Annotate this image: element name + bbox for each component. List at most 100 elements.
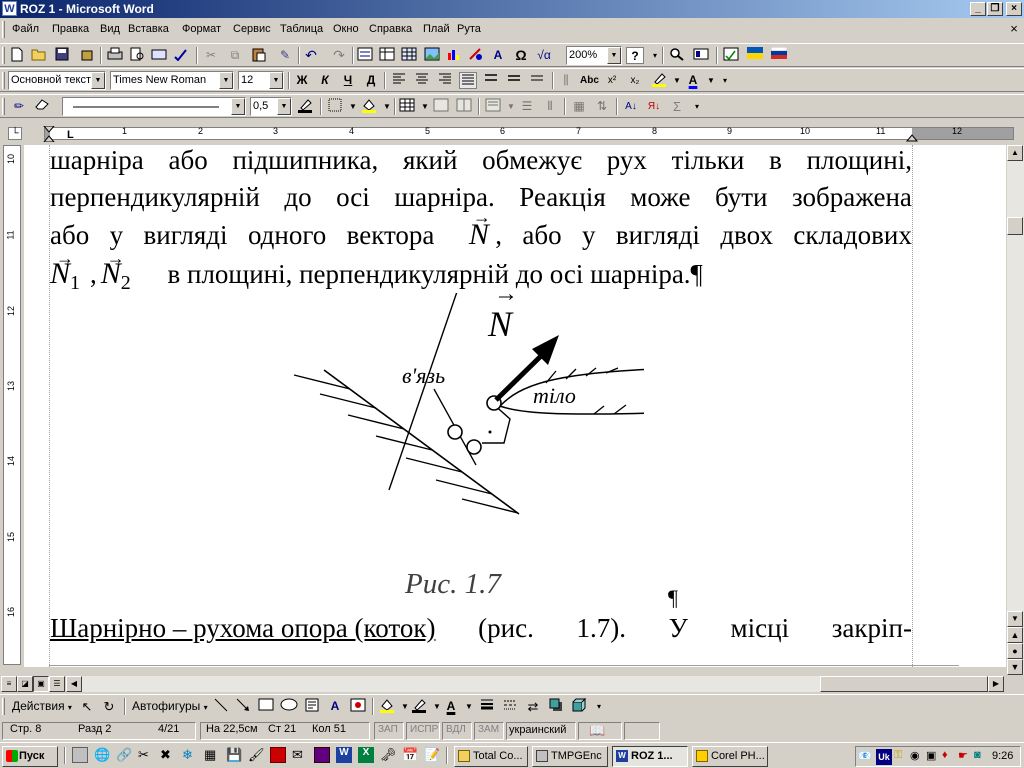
columns-icon[interactable]: ⫼ xyxy=(557,72,575,89)
shadow-tool-icon[interactable] xyxy=(547,698,565,715)
double-underline-button[interactable]: Д xyxy=(362,72,380,89)
research-icon[interactable] xyxy=(150,47,168,64)
outline-view-icon[interactable]: ☰ xyxy=(49,676,65,692)
insert-chart-icon[interactable] xyxy=(445,47,463,64)
toolbar-grip[interactable] xyxy=(2,698,5,715)
close-button[interactable]: × xyxy=(1006,2,1022,16)
line-style-tool-icon[interactable] xyxy=(478,698,496,715)
oval-tool-icon[interactable] xyxy=(280,698,298,715)
print-layout-icon[interactable]: ▣ xyxy=(33,676,49,692)
justify-icon[interactable] xyxy=(459,72,477,89)
line-color-icon[interactable] xyxy=(410,698,428,715)
excel-quicklaunch-icon[interactable]: X xyxy=(358,747,374,763)
paste-icon[interactable] xyxy=(250,47,268,64)
style-dropdown-icon[interactable]: ▼ xyxy=(91,72,105,89)
task-corel-photo[interactable]: Corel PH... xyxy=(692,746,768,767)
horizontal-ruler[interactable]: └ L 1 2 3 4 5 6 7 8 9 10 11 12 xyxy=(0,125,1024,142)
clock[interactable]: 9:26 xyxy=(992,750,1013,762)
scroll-left-icon[interactable]: ◀ xyxy=(66,676,82,692)
textbox-tool-icon[interactable] xyxy=(303,698,321,715)
menu-file[interactable]: Файл xyxy=(12,23,39,35)
toolbar-options-icon[interactable]: ▾ xyxy=(688,98,706,115)
wordart-tool-icon[interactable]: A xyxy=(326,698,344,715)
menu-grip[interactable] xyxy=(2,21,5,38)
tray-antivirus-icon[interactable]: ♦ xyxy=(942,749,958,765)
tab-stop-icon[interactable]: L xyxy=(67,129,74,141)
document-close-button[interactable]: × xyxy=(1006,22,1022,37)
scroll-thumb[interactable] xyxy=(1007,217,1023,235)
status-box-spell[interactable]: 📖 xyxy=(578,722,622,740)
actions-menu[interactable]: Действия ▾ xyxy=(10,698,74,715)
vertical-scrollbar[interactable]: ▲ ▼ ▲ ● ▼ xyxy=(1007,145,1024,675)
zoom-select[interactable]: 200% ▼ xyxy=(566,46,622,65)
bold-button[interactable]: Ж xyxy=(293,72,311,89)
draw-font-color-dropdown-icon[interactable]: ▼ xyxy=(460,698,478,715)
web-view-icon[interactable]: ◪ xyxy=(17,676,33,692)
symbol-omega-icon[interactable]: Ω xyxy=(512,47,530,64)
underline-button[interactable]: Ч xyxy=(339,72,357,89)
scroll-down-icon[interactable]: ▼ xyxy=(1007,611,1023,627)
print-preview-icon[interactable] xyxy=(128,47,146,64)
line-spacing-icon[interactable] xyxy=(482,72,500,89)
disk-icon[interactable]: 💾 xyxy=(226,747,242,763)
autoshapes-menu[interactable]: Автофигуры ▾ xyxy=(130,698,210,715)
font-select[interactable]: Times New Roman ▼ xyxy=(110,71,234,90)
arrow-style-tool-icon[interactable]: ⇄ xyxy=(524,698,542,715)
align-cell-icon[interactable] xyxy=(484,98,502,115)
drawing-icon[interactable] xyxy=(467,47,485,64)
explorer-icon[interactable]: 🌐 xyxy=(94,747,110,763)
cut-icon[interactable]: ✂ xyxy=(202,47,220,64)
status-box-rec[interactable]: ЗАП xyxy=(374,722,404,740)
help-button[interactable]: ? xyxy=(626,47,644,64)
notes-icon[interactable]: 📝 xyxy=(424,747,440,763)
hyperlink-icon[interactable] xyxy=(356,47,374,64)
rectangle-tool-icon[interactable] xyxy=(257,698,275,715)
tray-app-icon[interactable]: 📧 xyxy=(858,749,874,765)
copy-icon[interactable]: ⧉ xyxy=(226,47,244,64)
free-rotate-icon[interactable]: ↻ xyxy=(100,698,118,715)
word-app-icon[interactable]: W xyxy=(2,1,17,16)
italic-button[interactable]: К xyxy=(316,72,334,89)
menu-ruta[interactable]: Рута xyxy=(457,23,481,35)
network-icon[interactable]: 🔗 xyxy=(116,747,132,763)
split-cells-icon[interactable] xyxy=(455,98,473,115)
scroll-up-icon[interactable]: ▲ xyxy=(1007,145,1023,161)
clipart-tool-icon[interactable] xyxy=(349,698,367,715)
start-button[interactable]: Пуск xyxy=(2,746,58,767)
font-dropdown-icon[interactable]: ▼ xyxy=(219,72,233,89)
russia-flag-icon[interactable] xyxy=(770,46,788,64)
red-app-icon[interactable] xyxy=(270,747,286,763)
task-tmpgenc[interactable]: TMPGEnc xyxy=(532,746,608,767)
superscript-button[interactable]: x² xyxy=(603,72,621,89)
tray-key-icon[interactable]: ⚿ xyxy=(894,749,910,765)
insert-table-icon[interactable] xyxy=(400,47,418,64)
scroll-right-icon[interactable]: ▶ xyxy=(988,676,1004,692)
insert-picture-icon[interactable] xyxy=(423,47,441,64)
maximize-button[interactable]: ❐ xyxy=(987,2,1003,16)
spelling-icon[interactable] xyxy=(172,47,190,64)
merge-cells-icon[interactable] xyxy=(432,98,450,115)
toolbar-options-icon[interactable]: ▾ xyxy=(716,72,734,89)
print-icon[interactable] xyxy=(106,47,124,64)
font-color-button[interactable]: A xyxy=(684,72,702,89)
line-spacing-2-icon[interactable] xyxy=(505,72,523,89)
redo-icon[interactable]: ↷ xyxy=(330,47,348,64)
status-box-lang[interactable]: украинский xyxy=(506,722,576,740)
fill-color-icon[interactable] xyxy=(378,698,396,715)
purple-app-icon[interactable] xyxy=(314,747,330,763)
undo-icon[interactable]: ↶ xyxy=(302,47,320,64)
search-icon[interactable] xyxy=(668,47,686,64)
status-box-ext[interactable]: ВДЛ xyxy=(442,722,472,740)
language-indicator[interactable]: Uk xyxy=(876,749,892,765)
shading-icon[interactable] xyxy=(360,98,378,115)
browse-object-icon[interactable]: ● xyxy=(1007,643,1023,659)
eraser-icon[interactable] xyxy=(33,98,51,115)
task-word-document[interactable]: W ROZ 1... xyxy=(612,746,688,767)
toolbar-grip[interactable] xyxy=(2,98,5,115)
grid-app-icon[interactable]: ▦ xyxy=(204,747,220,763)
table-autoformat-icon[interactable]: ▦ xyxy=(570,98,588,115)
menu-view[interactable]: Вид xyxy=(100,23,120,35)
menu-plai[interactable]: Плай xyxy=(423,23,450,35)
menu-edit[interactable]: Правка xyxy=(52,23,89,35)
font-size-dropdown-icon[interactable]: ▼ xyxy=(269,72,283,89)
